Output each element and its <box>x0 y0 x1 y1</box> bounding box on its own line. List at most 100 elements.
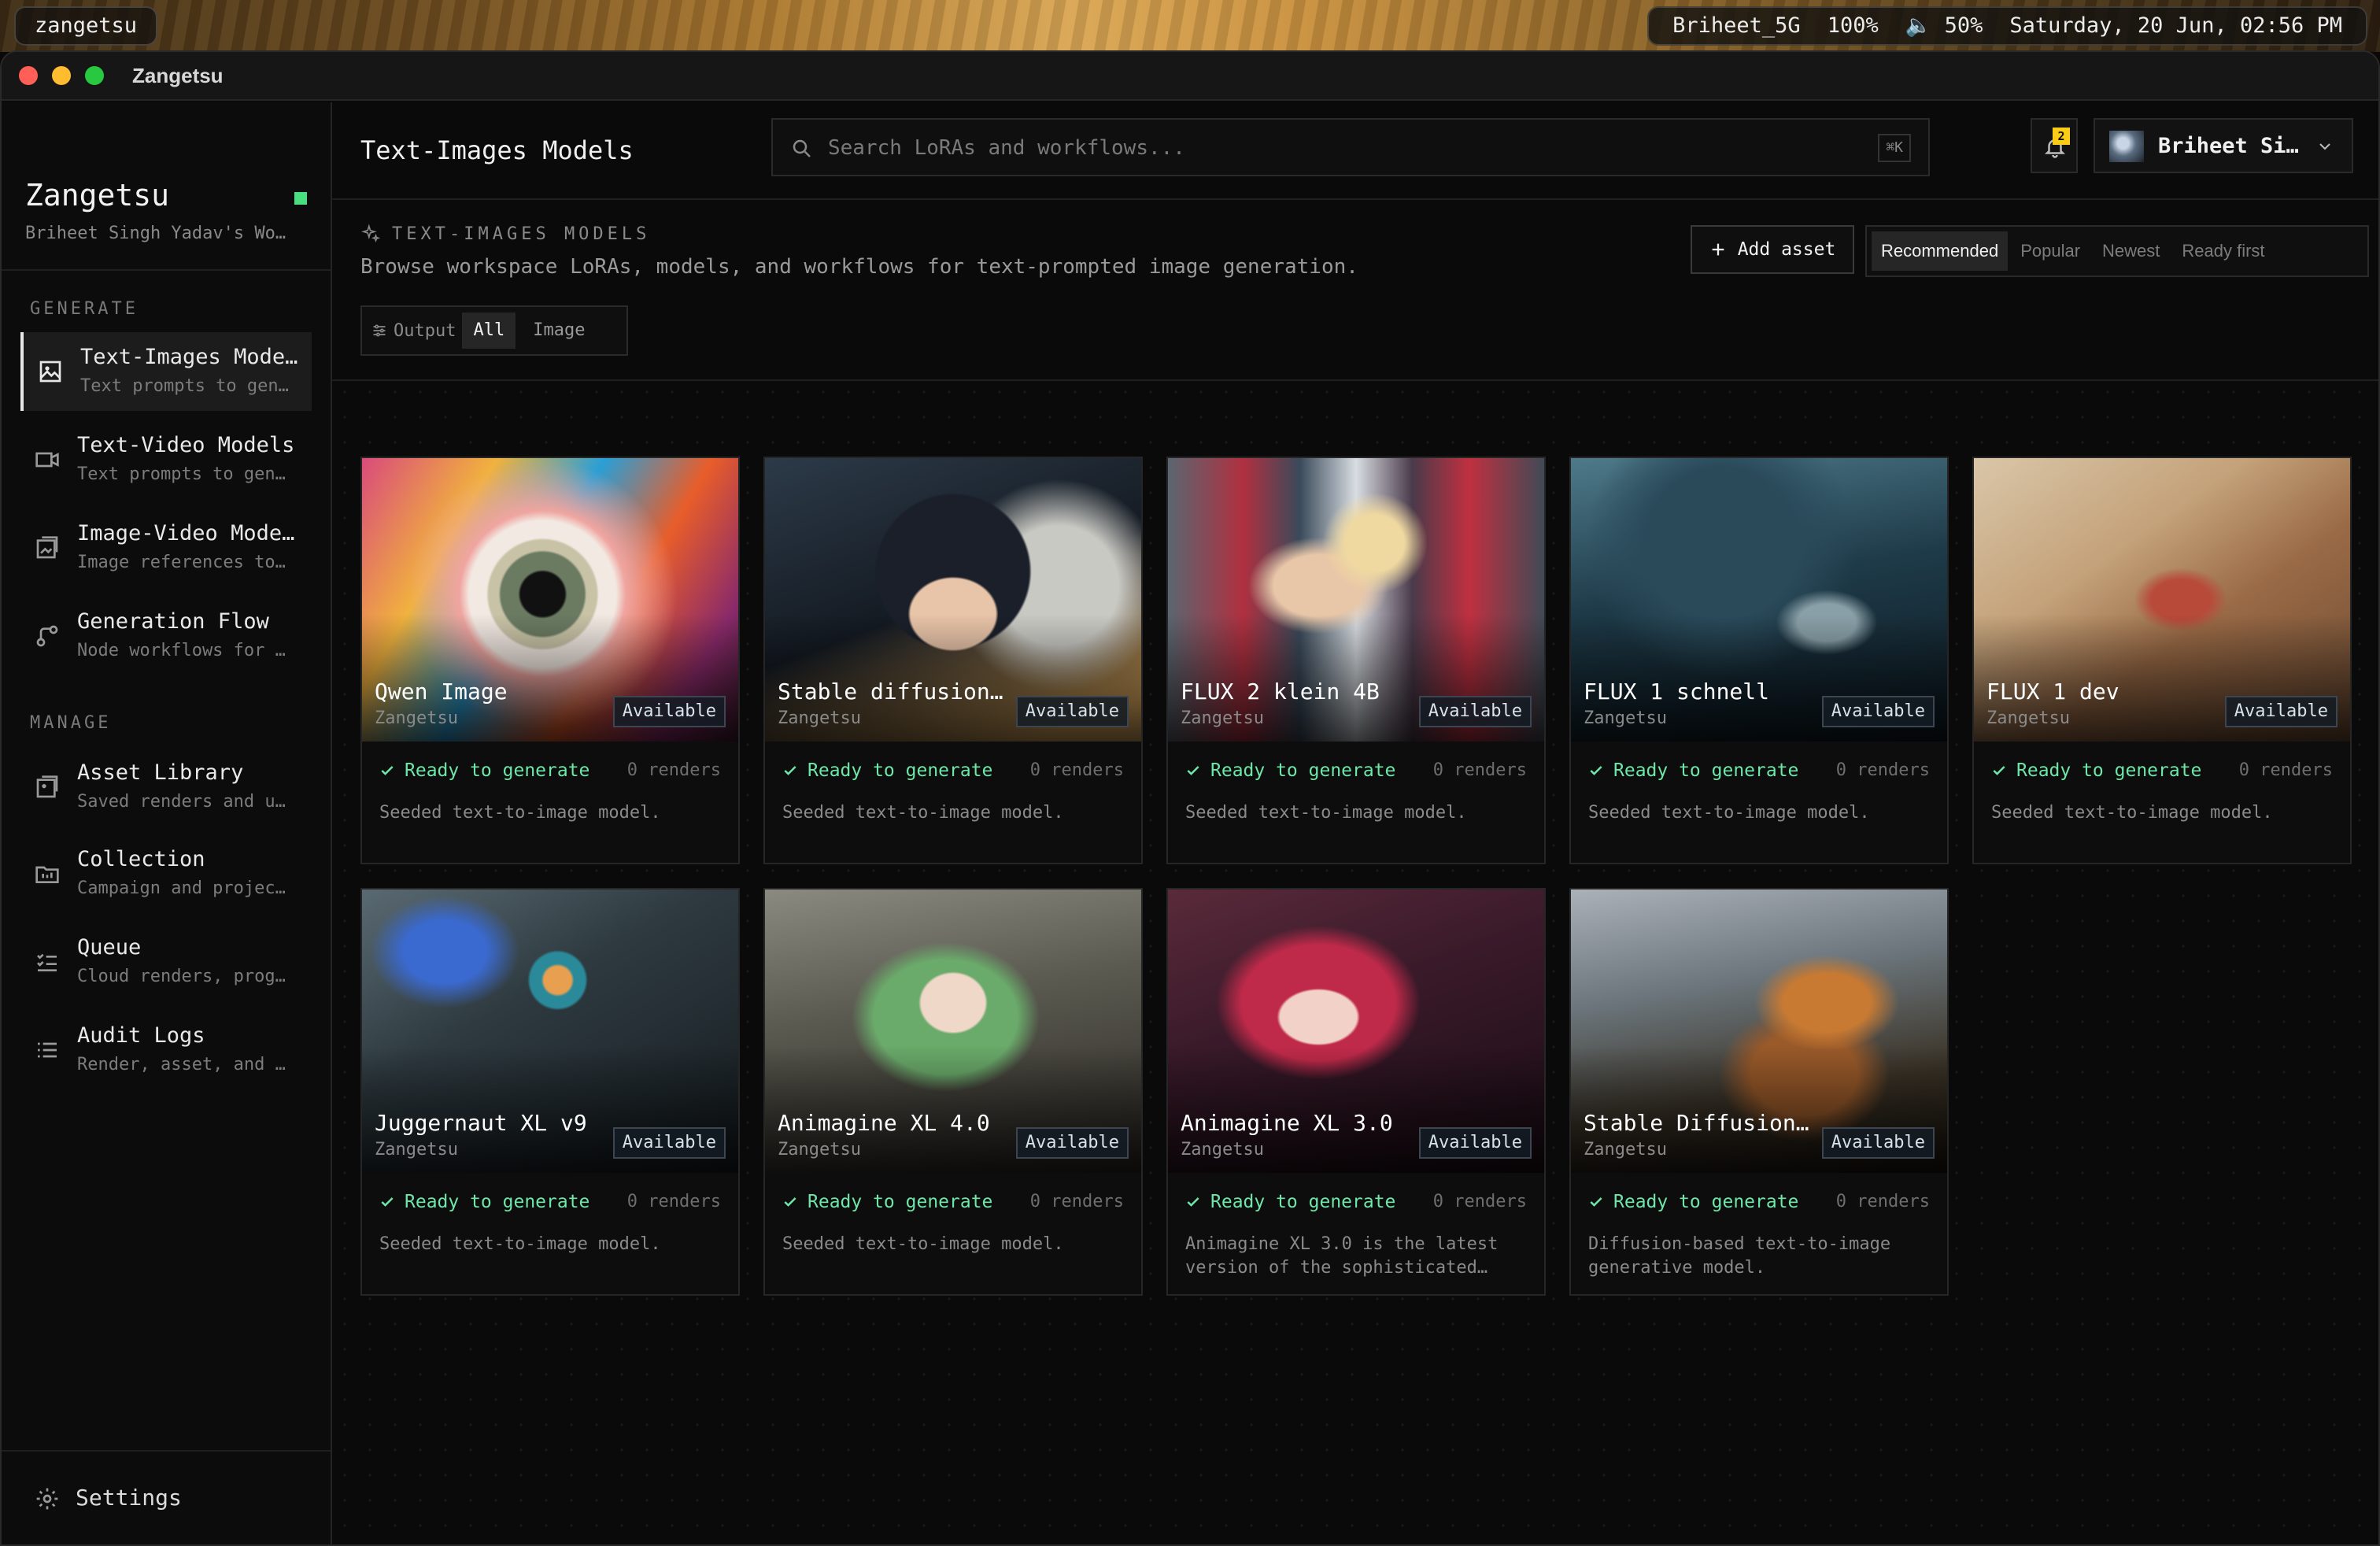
image-icon <box>39 361 61 383</box>
model-owner: Zangetsu <box>1181 1140 1264 1160</box>
sidebar-item-queue[interactable]: Queue Cloud renders, prog… <box>20 923 312 1001</box>
close-window-button[interactable] <box>19 66 38 85</box>
check-icon <box>1187 1197 1199 1207</box>
status-badge: Available <box>1015 696 1129 727</box>
model-owner: Zangetsu <box>375 708 458 728</box>
settings-label: Settings <box>76 1485 182 1511</box>
notifications-button[interactable]: 2 <box>2031 118 2078 173</box>
ready-label: Ready to generate <box>1210 1192 1396 1212</box>
menubar-status: Briheet_5G 100% 🔈 50% Saturday, 20 Jun, … <box>1647 6 2367 46</box>
model-owner: Zangetsu <box>1986 708 2070 728</box>
volume-status[interactable]: 🔈 50% <box>1905 8 1983 44</box>
model-title: Stable Diffusion… <box>1584 1110 1809 1136</box>
sidebar-item-text-video[interactable]: Text-Video Models Text prompts to gen… <box>20 420 312 499</box>
model-owner: Zangetsu <box>778 1140 861 1160</box>
model-title: Juggernaut XL v9 <box>375 1110 587 1136</box>
model-card[interactable]: FLUX 2 klein 4B Zangetsu Available Ready… <box>1166 457 1546 864</box>
sidebar-item-sub: Campaign and projec… <box>77 878 286 898</box>
model-owner: Zangetsu <box>1181 708 1264 728</box>
status-badge: Available <box>1821 696 1935 727</box>
ready-status: Ready to generate <box>1185 760 1395 781</box>
menubar-app-name[interactable]: zangetsu <box>14 6 158 46</box>
sidebar-item-label: Text-Video Models <box>77 433 295 457</box>
check-icon <box>381 766 394 775</box>
filter-all[interactable]: All <box>462 313 516 349</box>
model-owner: Zangetsu <box>778 708 861 728</box>
render-count: 0 renders <box>1432 760 1527 780</box>
ready-status: Ready to generate <box>782 760 992 781</box>
check-icon <box>381 1197 394 1207</box>
gear-icon <box>36 1488 58 1510</box>
model-card[interactable]: Stable Diffusion… Zangetsu Available Rea… <box>1569 888 1949 1296</box>
folder-icon <box>35 866 59 883</box>
sidebar-item-text-images[interactable]: Text-Images Mode… Text prompts to gen… <box>20 332 312 411</box>
model-card[interactable]: FLUX 1 dev Zangetsu Available Ready to g… <box>1972 457 2352 864</box>
top-bar: Text-Images Models ⌘K 2 Briheet Si… <box>332 102 2378 200</box>
user-menu-button[interactable]: Briheet Si… <box>2094 118 2353 173</box>
section-eyebrow: TEXT-IMAGES MODELS <box>360 224 650 244</box>
sidebar-item-generation-flow[interactable]: Generation Flow Node workflows for … <box>20 597 312 675</box>
model-description: Seeded text-to-image model. <box>379 1234 661 1254</box>
model-card[interactable]: Animagine XL 3.0 Zangetsu Available Read… <box>1166 888 1546 1296</box>
page-description: Browse workspace LoRAs, models, and work… <box>360 255 1358 279</box>
window-title: Zangetsu <box>132 63 224 87</box>
sidebar-item-asset-library[interactable]: Asset Library Saved renders and u… <box>20 748 312 827</box>
ready-status: Ready to generate <box>379 1192 589 1212</box>
wifi-status[interactable]: Briheet_5G <box>1672 8 1801 44</box>
model-card[interactable]: Qwen Image Zangetsu Available Ready to g… <box>360 457 740 864</box>
sidebar-item-sub: Render, asset, and … <box>77 1055 286 1074</box>
page-header: TEXT-IMAGES MODELS Browse workspace LoRA… <box>332 200 2378 381</box>
add-asset-label: Add asset <box>1737 239 1836 260</box>
sort-recommended[interactable]: Recommended <box>1872 231 2009 271</box>
battery-status[interactable]: 100% <box>1828 8 1879 44</box>
title-bar: Zangetsu <box>2 52 2378 101</box>
sliders-icon <box>373 324 386 337</box>
model-description: Seeded text-to-image model. <box>1185 803 1467 823</box>
sidebar-item-collection[interactable]: Collection Campaign and projec… <box>20 834 312 913</box>
ready-status: Ready to generate <box>782 1192 992 1212</box>
clock[interactable]: Saturday, 20 Jun, 02:56 PM <box>2009 8 2342 44</box>
model-card[interactable]: FLUX 1 schnell Zangetsu Available Ready … <box>1569 457 1949 864</box>
search-icon <box>793 139 811 157</box>
render-count: 0 renders <box>1835 760 1930 780</box>
sort-newest[interactable]: Newest <box>2093 231 2169 271</box>
minimize-window-button[interactable] <box>52 66 71 85</box>
workspace-owner: Briheet Singh Yadav's Wo… <box>25 224 286 243</box>
settings-button[interactable]: Settings <box>2 1450 331 1544</box>
add-asset-button[interactable]: Add asset <box>1691 225 1854 274</box>
model-description: Animagine XL 3.0 is the latest version o… <box>1185 1234 1499 1278</box>
render-count: 0 renders <box>1029 760 1124 780</box>
model-description: Seeded text-to-image model. <box>379 803 661 823</box>
sort-ready-first[interactable]: Ready first <box>2172 231 2274 271</box>
ready-label: Ready to generate <box>808 1192 993 1212</box>
model-description: Diffusion-based text-to-image generative… <box>1588 1234 1891 1278</box>
filter-label-group: Output <box>371 321 456 341</box>
render-count: 0 renders <box>1835 1192 1930 1211</box>
render-count: 0 renders <box>626 760 721 780</box>
render-count: 0 renders <box>1432 1192 1527 1211</box>
filter-image[interactable]: Image <box>522 313 596 349</box>
sidebar-item-label: Asset Library <box>77 760 244 785</box>
sidebar-item-label: Audit Logs <box>77 1023 205 1048</box>
model-card[interactable]: Animagine XL 4.0 Zangetsu Available Read… <box>763 888 1143 1296</box>
workspace-name[interactable]: Zangetsu <box>25 178 169 213</box>
model-card[interactable]: Juggernaut XL v9 Zangetsu Available Read… <box>360 888 740 1296</box>
model-description: Seeded text-to-image model. <box>1588 803 1870 823</box>
check-icon <box>1590 766 1602 775</box>
model-description: Seeded text-to-image model. <box>782 1234 1064 1254</box>
model-owner: Zangetsu <box>1584 1140 1667 1160</box>
ready-status: Ready to generate <box>1185 1192 1395 1212</box>
sidebar-item-sub: Cloud renders, prog… <box>77 967 286 986</box>
sidebar-item-image-video[interactable]: Image-Video Mode… Image references to… <box>20 509 312 587</box>
sort-popular[interactable]: Popular <box>2011 231 2090 271</box>
sidebar-item-sub: Saved renders and u… <box>77 792 286 812</box>
model-card[interactable]: Stable diffusion… Zangetsu Available Rea… <box>763 457 1143 864</box>
output-filter: Output All Image <box>360 305 628 356</box>
search-input[interactable] <box>828 131 1835 165</box>
page-title: Text-Images Models <box>360 135 634 165</box>
zoom-window-button[interactable] <box>85 66 104 85</box>
search-box[interactable]: ⌘K <box>771 118 1930 176</box>
sidebar-item-audit-logs[interactable]: Audit Logs Render, asset, and … <box>20 1011 312 1089</box>
queue-icon <box>37 953 57 971</box>
sidebar-item-label: Text-Images Mode… <box>80 345 298 369</box>
